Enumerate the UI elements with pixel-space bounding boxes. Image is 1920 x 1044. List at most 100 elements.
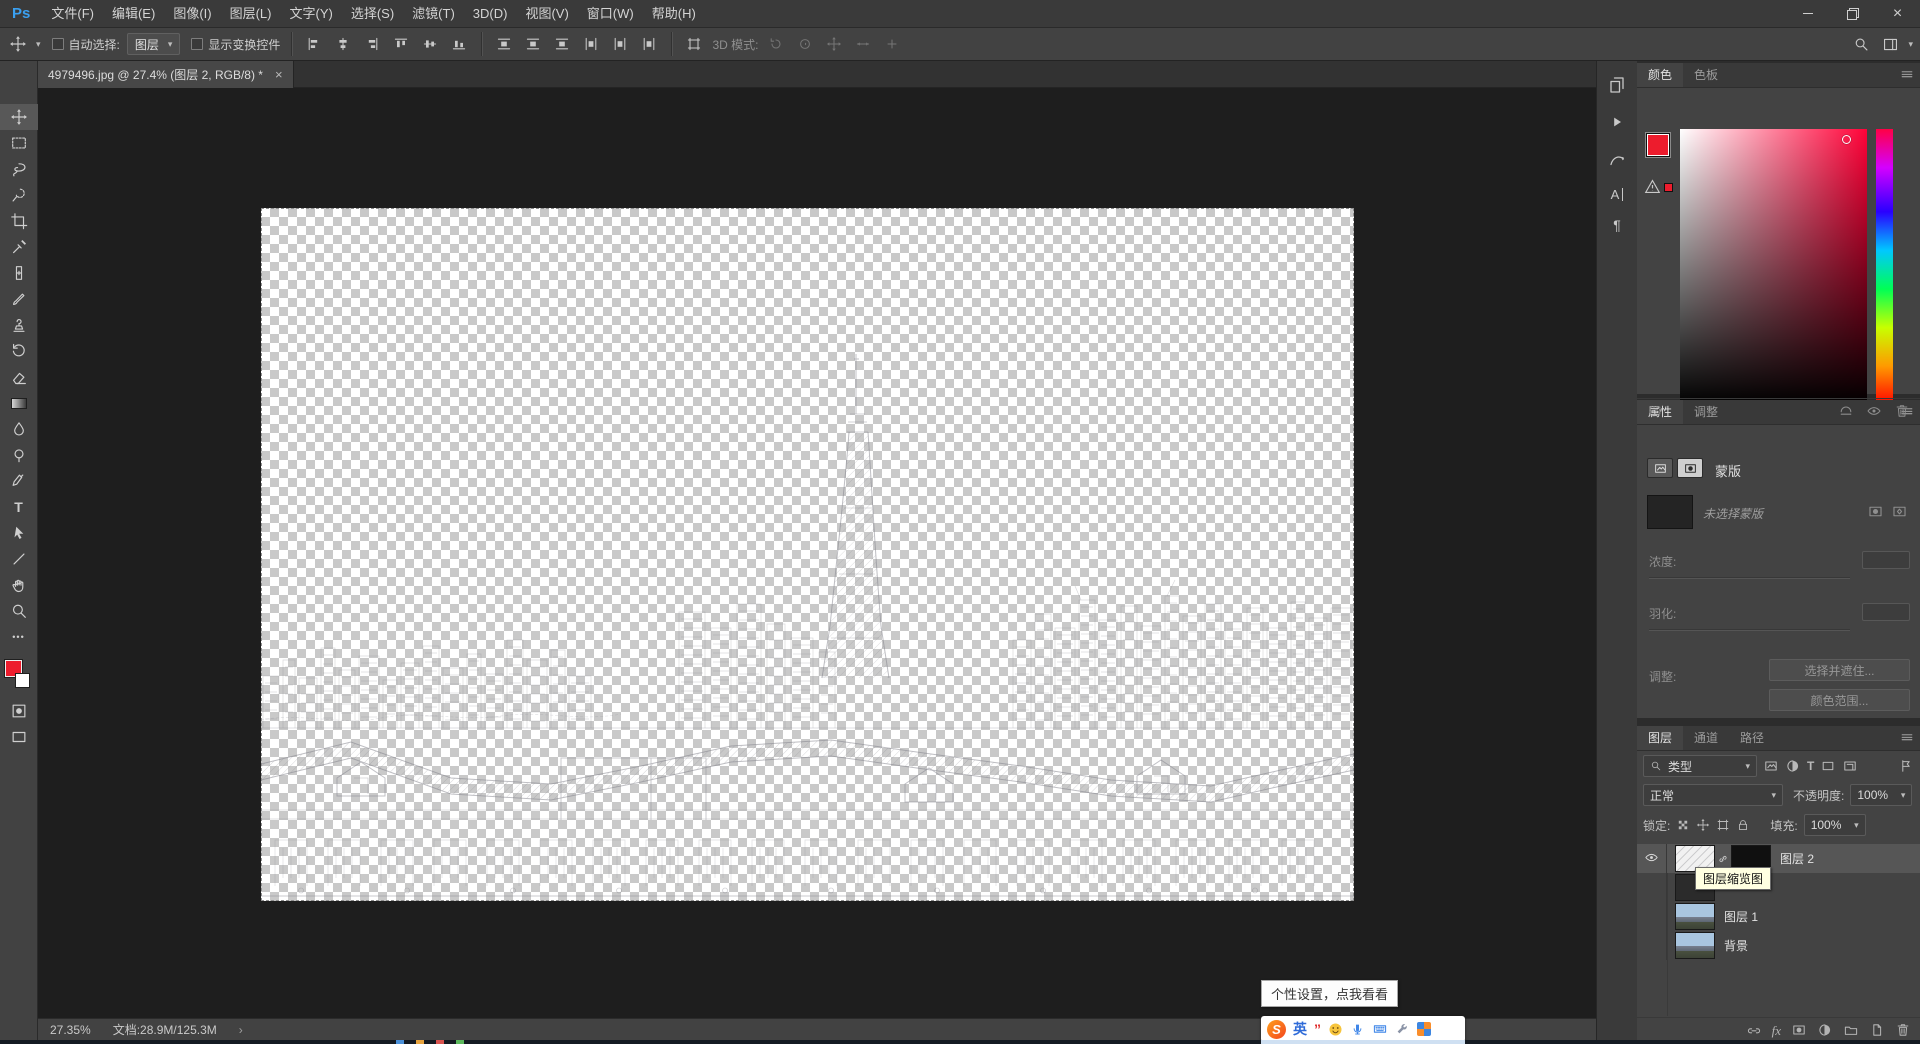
3d-pan-icon[interactable]: [823, 33, 845, 55]
pen-tool[interactable]: [0, 468, 38, 494]
select-and-mask-button[interactable]: 选择并遮住...: [1769, 659, 1910, 681]
menu-3d[interactable]: 3D(D): [464, 0, 517, 27]
actions-panel-icon[interactable]: [1609, 114, 1625, 133]
density-slider[interactable]: [1649, 577, 1850, 579]
load-selection-from-mask-icon[interactable]: [1647, 403, 1663, 422]
lock-all-icon[interactable]: [1736, 818, 1750, 832]
blend-mode-dropdown[interactable]: 正常 ▾: [1643, 784, 1783, 806]
layer-visibility-toggle[interactable]: [1637, 844, 1667, 873]
layer-thumbnail[interactable]: [1675, 903, 1715, 930]
color-range-button[interactable]: 颜色范围...: [1769, 689, 1910, 711]
align-center-h-button[interactable]: [332, 33, 354, 55]
libraries-panel-icon[interactable]: [1607, 75, 1627, 98]
menu-image[interactable]: 图像(I): [164, 0, 220, 27]
layer-row[interactable]: [1637, 873, 1920, 902]
panel-menu-icon[interactable]: [1900, 68, 1914, 82]
opacity-value-box[interactable]: 100% ▾: [1850, 784, 1912, 806]
voice-input-icon[interactable]: [1350, 1022, 1365, 1037]
menu-filter[interactable]: 滤镜(T): [403, 0, 464, 27]
status-menu-chevron[interactable]: ›: [239, 1023, 243, 1037]
new-layer-icon[interactable]: [1869, 1022, 1885, 1041]
menu-select[interactable]: 选择(S): [342, 0, 403, 27]
lasso-tool[interactable]: [0, 156, 38, 182]
restore-button[interactable]: [1830, 0, 1875, 27]
path-selection-tool[interactable]: [0, 520, 38, 546]
add-mask-icon[interactable]: [1791, 1022, 1807, 1041]
eraser-tool[interactable]: [0, 364, 38, 390]
apply-mask-icon[interactable]: [1838, 403, 1854, 422]
mask-link-icon[interactable]: [1717, 853, 1729, 865]
auto-align-button[interactable]: [683, 33, 705, 55]
filter-pixel-layers-icon[interactable]: [1763, 758, 1779, 774]
3d-slide-icon[interactable]: [852, 33, 874, 55]
hue-slider[interactable]: [1876, 129, 1893, 405]
quick-mask-button[interactable]: [0, 698, 38, 724]
blur-tool[interactable]: [0, 416, 38, 442]
link-layers-icon[interactable]: [1746, 1022, 1762, 1041]
menu-layer[interactable]: 图层(L): [221, 0, 281, 27]
align-bottom-button[interactable]: [448, 33, 470, 55]
menu-help[interactable]: 帮助(H): [643, 0, 705, 27]
distribute-left-button[interactable]: [580, 33, 602, 55]
auto-select-target-dropdown[interactable]: 图层 ▾: [127, 33, 181, 55]
artboard[interactable]: [261, 208, 1354, 901]
ime-tools-icon[interactable]: [1395, 1022, 1410, 1037]
3d-orbit-icon[interactable]: [765, 33, 787, 55]
healing-brush-tool[interactable]: [0, 260, 38, 286]
tab-layers[interactable]: 图层: [1637, 726, 1683, 750]
3d-scale-icon[interactable]: [881, 33, 903, 55]
layer-row[interactable]: 背景: [1637, 931, 1920, 960]
distribute-top-button[interactable]: [493, 33, 515, 55]
search-icon[interactable]: [1850, 33, 1872, 55]
minimize-button[interactable]: [1785, 0, 1830, 27]
adjustment-layer-icon[interactable]: [1817, 1022, 1833, 1041]
checkbox-icon[interactable]: [191, 38, 203, 50]
quick-selection-tool[interactable]: [0, 182, 38, 208]
show-transform-checkbox[interactable]: 显示变换控件: [191, 36, 280, 53]
chevron-down-icon[interactable]: ▾: [1908, 40, 1913, 49]
edit-toolbar-button[interactable]: •••: [0, 624, 38, 650]
crop-tool[interactable]: [0, 208, 38, 234]
filter-type-layers-icon[interactable]: T: [1807, 759, 1814, 773]
distribute-middle-button[interactable]: [522, 33, 544, 55]
brush-tool[interactable]: [0, 286, 38, 312]
filter-shape-layers-icon[interactable]: [1820, 758, 1836, 774]
ime-punctuation-indicator[interactable]: ”: [1314, 1021, 1321, 1037]
saturation-brightness-field[interactable]: [1680, 129, 1867, 405]
layer-filter-dropdown[interactable]: 类型 ▾: [1643, 755, 1757, 777]
align-left-button[interactable]: [303, 33, 325, 55]
add-vector-mask-button[interactable]: [1891, 503, 1908, 523]
distribute-right-button[interactable]: [638, 33, 660, 55]
menu-type[interactable]: 文字(Y): [280, 0, 341, 27]
foreground-color-swatch[interactable]: [1646, 133, 1670, 157]
dodge-tool[interactable]: [0, 442, 38, 468]
layer-style-icon[interactable]: fx: [1772, 1023, 1781, 1039]
ime-toolbox-icon[interactable]: [1417, 1022, 1431, 1036]
layer-row[interactable]: 图层 1: [1637, 902, 1920, 931]
ime-language-indicator[interactable]: 英: [1293, 1019, 1307, 1039]
auto-select-checkbox[interactable]: 自动选择:: [52, 36, 120, 53]
background-color-swatch[interactable]: [15, 673, 30, 688]
clone-stamp-tool[interactable]: [0, 312, 38, 338]
lock-transparent-pixels-icon[interactable]: [1676, 818, 1690, 832]
new-group-icon[interactable]: [1843, 1022, 1859, 1041]
fill-value-box[interactable]: 100% ▾: [1804, 814, 1866, 836]
layer-thumbnail[interactable]: [1675, 932, 1715, 959]
delete-mask-icon[interactable]: [1894, 403, 1910, 422]
shape-tool[interactable]: [0, 546, 38, 572]
document-tab[interactable]: 4979496.jpg @ 27.4% (图层 2, RGB/8) * ×: [38, 61, 294, 88]
filter-adjustment-layers-icon[interactable]: [1785, 758, 1801, 774]
lock-artboard-icon[interactable]: [1716, 818, 1730, 832]
tab-swatches[interactable]: 色板: [1683, 63, 1729, 87]
character-panel-icon[interactable]: A: [1611, 188, 1624, 201]
align-top-button[interactable]: [390, 33, 412, 55]
3d-panel-icon[interactable]: [1607, 149, 1627, 172]
density-value-box[interactable]: [1862, 551, 1910, 569]
menu-file[interactable]: 文件(F): [42, 0, 103, 27]
tab-color[interactable]: 颜色: [1637, 63, 1683, 87]
feather-value-box[interactable]: [1862, 603, 1910, 621]
filter-toggle-icon[interactable]: [1898, 758, 1914, 774]
gradient-tool[interactable]: [0, 390, 38, 416]
align-middle-button[interactable]: [419, 33, 441, 55]
distribute-bottom-button[interactable]: [551, 33, 573, 55]
